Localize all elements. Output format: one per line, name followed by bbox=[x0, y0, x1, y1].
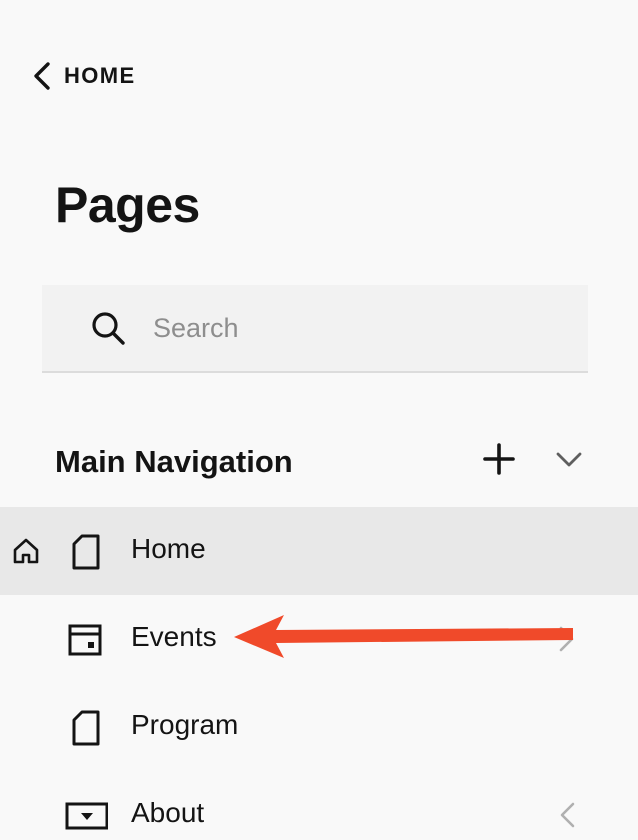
search-icon bbox=[92, 312, 125, 345]
chevron-left-icon bbox=[34, 62, 50, 90]
nav-item-home[interactable]: Home bbox=[0, 507, 638, 595]
nav-item-label: Program bbox=[131, 709, 239, 740]
main-navigation-header: Main Navigation bbox=[55, 438, 595, 486]
back-link-label: HOME bbox=[64, 63, 136, 88]
search-bar[interactable] bbox=[42, 285, 588, 373]
nav-item-about[interactable]: About bbox=[0, 771, 638, 840]
nav-item-label: Home bbox=[131, 533, 206, 564]
search-input[interactable] bbox=[151, 311, 535, 345]
pages-panel: HOME Pages Main Navigation Home bbox=[0, 0, 638, 840]
chevron-right-icon[interactable] bbox=[556, 625, 578, 653]
events-page-icon bbox=[68, 624, 102, 656]
nav-item-label: Events bbox=[131, 621, 217, 652]
folder-icon bbox=[65, 802, 108, 830]
page-icon bbox=[72, 534, 100, 570]
homepage-icon bbox=[13, 538, 39, 564]
nav-item-events[interactable]: Events bbox=[0, 595, 638, 683]
page-title: Pages bbox=[55, 177, 200, 233]
nav-item-label: About bbox=[131, 797, 205, 828]
chevron-down-icon[interactable] bbox=[554, 444, 584, 474]
chevron-left-icon[interactable] bbox=[556, 801, 578, 829]
back-to-home-link[interactable]: HOME bbox=[32, 58, 136, 94]
nav-item-program[interactable]: Program bbox=[0, 683, 638, 771]
section-title: Main Navigation bbox=[55, 444, 293, 479]
add-page-button[interactable] bbox=[482, 442, 516, 476]
section-actions bbox=[482, 442, 584, 476]
page-icon bbox=[72, 710, 100, 746]
